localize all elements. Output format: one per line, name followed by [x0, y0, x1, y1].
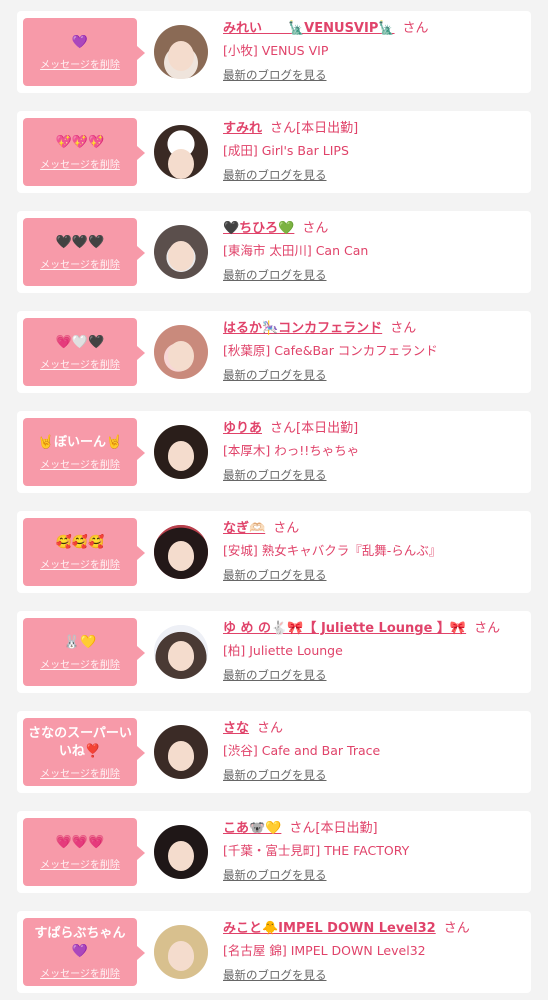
latest-blog-link[interactable]: 最新のブログを見る — [223, 167, 327, 183]
message-text: 💜 — [71, 34, 89, 50]
delete-message-link[interactable]: メッセージを削除 — [40, 765, 120, 780]
message-text: 🤘ぼいーん🤘 — [37, 434, 123, 450]
message-text: すぱらぶちゃん💜 — [34, 925, 126, 959]
latest-blog-link[interactable]: 最新のブログを見る — [223, 267, 327, 283]
avatar[interactable] — [154, 725, 208, 779]
message-text: 🖤🖤🖤 — [55, 234, 105, 250]
status-badge: [本日出勤] — [296, 421, 359, 436]
message-text: 🥰🥰🥰 — [55, 534, 105, 550]
list-item: 💜 メッセージを削除 みれい 🗽VENUSVIP🗽 さん [小牧] VENUS V… — [17, 11, 531, 93]
delete-message-link[interactable]: メッセージを削除 — [40, 856, 120, 871]
list-item: 🖤🖤🖤 メッセージを削除 🖤ちひろ💚 さん [東海市 太田川] Can Can 最… — [17, 211, 531, 293]
message-bubble: 🖤🖤🖤 メッセージを削除 — [23, 218, 145, 286]
message-bubble: 🤘ぼいーん🤘 メッセージを削除 — [23, 418, 145, 486]
avatar[interactable] — [154, 425, 208, 479]
avatar[interactable] — [154, 125, 208, 179]
avatar[interactable] — [154, 25, 208, 79]
list-item: 🐰💛 メッセージを削除 ゆ め の🐇🎀【 Juliette Lounge 】🎀 さ… — [17, 611, 531, 693]
cast-name-link[interactable]: こあ🐨💛 — [223, 821, 281, 836]
list-item: 💗💗💗 メッセージを削除 こあ🐨💛 さん[本日出勤] [千葉・富士見町] THE … — [17, 811, 531, 893]
honorific: さん — [270, 121, 297, 136]
list-item: 💗🤍🖤 メッセージを削除 はるか🎠コンカフェランド さん [秋葉原] Cafe&B… — [17, 311, 531, 393]
message-bubble: すぱらぶちゃん💜 メッセージを削除 — [23, 918, 145, 986]
shop-name: [東海市 太田川] Can Can — [223, 243, 369, 258]
shop-name: [小牧] VENUS VIP — [223, 43, 329, 58]
cast-name-link[interactable]: はるか🎠コンカフェランド — [223, 321, 382, 336]
list-item: すぱらぶちゃん💜 メッセージを削除 みこと🐥IMPEL DOWN Level32… — [17, 911, 531, 993]
status-badge: [本日出勤] — [296, 121, 359, 136]
delete-message-link[interactable]: メッセージを削除 — [40, 965, 120, 980]
cast-name-link[interactable]: みこと🐥IMPEL DOWN Level32 — [223, 921, 436, 936]
shop-name: [名古屋 錦] IMPEL DOWN Level32 — [223, 943, 426, 958]
cast-name-link[interactable]: みれい 🗽VENUSVIP🗽 — [223, 21, 395, 36]
avatar[interactable] — [154, 625, 208, 679]
honorific: さん — [390, 321, 417, 336]
delete-message-link[interactable]: メッセージを削除 — [40, 556, 120, 571]
avatar[interactable] — [154, 825, 208, 879]
shop-name: [安城] 熟女キャバクラ『乱舞-らんぶ』 — [223, 543, 442, 558]
latest-blog-link[interactable]: 最新のブログを見る — [223, 867, 327, 883]
cast-name-link[interactable]: ゆ め の🐇🎀【 Juliette Lounge 】🎀 — [223, 621, 466, 636]
shop-name: [成田] Girl's Bar LIPS — [223, 143, 349, 158]
latest-blog-link[interactable]: 最新のブログを見る — [223, 367, 327, 383]
message-bubble: 💖💖💖 メッセージを削除 — [23, 118, 145, 186]
status-badge: [本日出勤] — [315, 821, 378, 836]
message-text: 🐰💛 — [63, 634, 97, 650]
honorific: さん — [443, 921, 470, 936]
message-bubble: 🐰💛 メッセージを削除 — [23, 618, 145, 686]
delete-message-link[interactable]: メッセージを削除 — [40, 656, 120, 671]
latest-blog-link[interactable]: 最新のブログを見る — [223, 67, 327, 83]
latest-blog-link[interactable]: 最新のブログを見る — [223, 967, 327, 983]
message-bubble: 🥰🥰🥰 メッセージを削除 — [23, 518, 145, 586]
delete-message-link[interactable]: メッセージを削除 — [40, 256, 120, 271]
cast-name-link[interactable]: ゆりあ — [223, 421, 262, 436]
message-bubble: 💗🤍🖤 メッセージを削除 — [23, 318, 145, 386]
message-bubble: 💜 メッセージを削除 — [23, 18, 145, 86]
cast-name-link[interactable]: すみれ — [223, 121, 262, 136]
list-item: 💖💖💖 メッセージを削除 すみれ さん[本日出勤] [成田] Girl's Bar… — [17, 111, 531, 193]
delete-message-link[interactable]: メッセージを削除 — [40, 356, 120, 371]
message-bubble: 💗💗💗 メッセージを削除 — [23, 818, 145, 886]
message-text: 💗💗💗 — [55, 834, 105, 850]
cast-name-link[interactable]: さな — [223, 721, 249, 736]
latest-blog-link[interactable]: 最新のブログを見る — [223, 467, 327, 483]
message-text: 💖💖💖 — [55, 134, 105, 150]
avatar[interactable] — [154, 225, 208, 279]
shop-name: [千葉・富士見町] THE FACTORY — [223, 843, 410, 858]
avatar[interactable] — [154, 525, 208, 579]
honorific: さん — [402, 21, 429, 36]
honorific: さん — [474, 621, 501, 636]
shop-name: [本厚木] わっ!!ちゃちゃ — [223, 443, 360, 458]
delete-message-link[interactable]: メッセージを削除 — [40, 456, 120, 471]
delete-message-link[interactable]: メッセージを削除 — [40, 156, 120, 171]
list-item: 🤘ぼいーん🤘 メッセージを削除 ゆりあ さん[本日出勤] [本厚木] わっ!!ちゃ… — [17, 411, 531, 493]
latest-blog-link[interactable]: 最新のブログを見る — [223, 567, 327, 583]
shop-name: [柏] Juliette Lounge — [223, 643, 343, 658]
honorific: さん — [270, 421, 297, 436]
cast-name-link[interactable]: 🖤ちひろ💚 — [223, 221, 294, 236]
message-text: 💗🤍🖤 — [55, 334, 105, 350]
cast-name-link[interactable]: なぎ🫶🏻 — [223, 521, 265, 536]
avatar[interactable] — [154, 325, 208, 379]
message-text: さなのスーパーいいね❣️ — [28, 725, 132, 759]
shop-name: [秋葉原] Cafe&Bar コンカフェランド — [223, 343, 438, 358]
message-list: 💜 メッセージを削除 みれい 🗽VENUSVIP🗽 さん [小牧] VENUS V… — [0, 0, 548, 1000]
honorific: さん — [302, 221, 329, 236]
honorific: さん — [289, 821, 316, 836]
list-item: さなのスーパーいいね❣️ メッセージを削除 さな さん [渋谷] Cafe and… — [17, 711, 531, 793]
honorific: さん — [273, 521, 300, 536]
latest-blog-link[interactable]: 最新のブログを見る — [223, 667, 327, 683]
list-item: 🥰🥰🥰 メッセージを削除 なぎ🫶🏻 さん [安城] 熟女キャバクラ『乱舞-らんぶ』… — [17, 511, 531, 593]
shop-name: [渋谷] Cafe and Bar Trace — [223, 743, 381, 758]
honorific: さん — [257, 721, 284, 736]
message-bubble: さなのスーパーいいね❣️ メッセージを削除 — [23, 718, 145, 786]
latest-blog-link[interactable]: 最新のブログを見る — [223, 767, 327, 783]
avatar[interactable] — [154, 925, 208, 979]
delete-message-link[interactable]: メッセージを削除 — [40, 56, 120, 71]
